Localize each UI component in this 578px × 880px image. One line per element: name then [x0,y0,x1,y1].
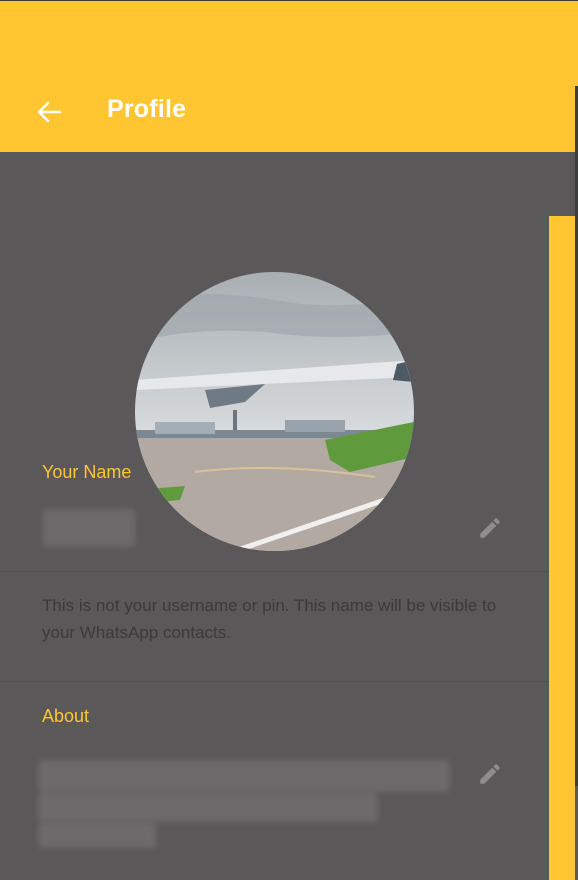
edit-about-pencil-icon[interactable] [477,761,503,787]
about-value-redacted [38,822,156,848]
app-header: Profile [0,0,578,152]
about-value-redacted [38,760,450,792]
divider [0,681,549,682]
scrollbar-thumb[interactable] [549,216,575,880]
divider [0,571,549,572]
page-title: Profile [107,95,187,123]
about-label: About [42,706,90,726]
name-hint-text: This is not your username or pin. This n… [42,596,497,642]
your-name-label: Your Name [42,462,132,482]
about-value-redacted [38,792,378,822]
profile-panel: Your Name This is not your username or p… [0,152,549,880]
edit-name-pencil-icon[interactable] [477,515,503,541]
avatar-photo [135,272,414,551]
name-value-redacted [43,509,135,547]
profile-avatar[interactable] [135,272,414,551]
back-arrow-icon[interactable] [34,97,64,127]
